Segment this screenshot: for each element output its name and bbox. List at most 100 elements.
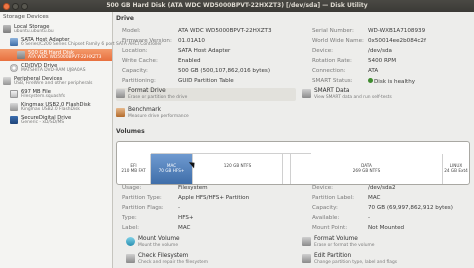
sidebar-heading: Storage Devices (3, 14, 49, 20)
optical-disc-icon (10, 64, 18, 72)
field-label: Write Cache: (122, 58, 158, 64)
mount-volume-button[interactable]: Mount Volume Mount the volume (126, 236, 296, 249)
usb-icon (3, 77, 11, 85)
field-label: Partitioning: (122, 78, 156, 84)
file-icon (10, 90, 18, 98)
action-sub: Measure drive performance (128, 113, 189, 119)
field-label: Usage: (122, 185, 142, 191)
sidebar-item-sub: Generic - xD/SD/MS (21, 120, 65, 125)
field-label: Partition Type: (122, 195, 162, 201)
usage-value: Filesystem (178, 185, 208, 191)
format-drive-icon (116, 89, 125, 98)
model-value: ATA WDC WD5000BPVT-22HXZT3 (178, 28, 272, 34)
volumes-heading: Volumes (116, 128, 145, 135)
connection-value: ATA (368, 68, 379, 74)
volume-device-value: /dev/sda2 (368, 185, 396, 191)
volume-gap[interactable] (283, 154, 291, 184)
format-volume-button[interactable]: Format Volume Erase or format the volume (302, 236, 462, 249)
capacity-value: 500 GB (500,107,862,016 bytes) (178, 68, 270, 74)
action-sub: View SMART data and run self-tests (314, 94, 392, 100)
computer-icon (3, 25, 11, 33)
volume-size: 70 GB HFS+ (158, 168, 185, 173)
hard-disk-icon (17, 51, 25, 59)
sidebar-item-file[interactable]: 697 MB File Filesystem.squashfs (0, 88, 112, 100)
volume-map: EFI 210 MB FAT MAC 70 GB HFS+ 120 GB NTF… (116, 141, 470, 185)
sidebar-item-sd-drive[interactable]: SecureDigital Drive Generic - xD/SD/MS (0, 114, 112, 126)
action-title: Format Drive (128, 88, 166, 94)
field-label: Mount Point: (312, 225, 348, 231)
volume-size: 24 GB Ext4 (444, 168, 468, 173)
action-sub: Mount the volume (138, 242, 179, 248)
partition-flags-value: - (178, 205, 181, 211)
rotation-value: 5400 RPM (368, 58, 397, 64)
field-label: Rotation Rate: (312, 58, 352, 64)
field-label: Capacity: (312, 205, 338, 211)
sidebar-item-flashdisk[interactable]: Kingmax USB2.0 FlashDisk Kingmax USB2.0 … (0, 101, 112, 113)
action-title: Format Volume (314, 236, 358, 242)
smart-status-value: Disk is healthy (368, 78, 415, 85)
field-label: Firmware Version: (122, 38, 172, 44)
sidebar-item-sub: Filesystem.squashfs (21, 94, 66, 99)
sidebar-item-cd-dvd[interactable]: CD/DVD Drive MATSHITA DVD-RAM UJ8A0AS (0, 62, 112, 74)
sidebar-item-sub: ubuntu.ubuntu.bu (14, 29, 54, 34)
volume-linux[interactable]: LINUX 24 GB Ext4 (443, 154, 469, 184)
sidebar-item-local-storage[interactable]: Local Storage ubuntu.ubuntu.bu (0, 23, 112, 35)
label-value: MAC (178, 225, 191, 231)
action-title: Benchmark (128, 107, 162, 113)
volume-size: 210 MB FAT (121, 168, 146, 173)
drive-heading: Drive (116, 15, 134, 22)
volume-mac[interactable]: MAC 70 GB HFS+ (151, 154, 198, 184)
field-label: Device: (312, 48, 334, 54)
field-label: Type: (122, 215, 137, 221)
smart-data-button[interactable]: SMART Data View SMART data and run self-… (302, 88, 462, 101)
sidebar-item-peripherals[interactable]: Peripheral Devices USB, FireWire and oth… (0, 75, 112, 87)
action-sub: Change partition type, label and flags (314, 259, 398, 265)
field-label: Model: (122, 28, 141, 34)
volume-capacity-value: 70 GB (69,997,862,912 bytes) (368, 205, 453, 211)
available-value: - (368, 215, 371, 221)
smart-data-icon (302, 89, 311, 98)
flash-drive-icon (10, 103, 18, 111)
benchmark-icon (116, 108, 125, 117)
action-title: SMART Data (314, 88, 350, 94)
format-drive-button[interactable]: Format Drive Erase or partition the driv… (116, 88, 296, 101)
write-cache-value: Enabled (178, 58, 201, 64)
volume-efi[interactable]: EFI 210 MB FAT (117, 154, 151, 184)
sidebar-item-hard-disk[interactable]: 500 GB Hard Disk ATA WDC WD5000BPVT-22HX… (0, 49, 112, 61)
edit-partition-icon (302, 254, 311, 263)
sidebar-item-sub: ATA WDC WD5000BPVT-22HXZT3 (28, 55, 102, 60)
serial-value: WD-WXB1A7108939 (368, 28, 426, 34)
volume-data[interactable]: DATA 269 GB NTFS (291, 154, 443, 184)
field-label: Available: (312, 215, 340, 221)
field-label: Device: (312, 185, 334, 191)
field-label: Capacity: (122, 68, 148, 74)
action-sub: Erase or partition the drive (128, 94, 188, 100)
action-title: Check Filesystem (138, 253, 189, 259)
firmware-value: 01.01A10 (178, 38, 205, 44)
mount-point-value: Not Mounted (368, 225, 405, 231)
check-filesystem-button[interactable]: Check Filesystem Check and repair the fi… (126, 253, 296, 266)
adapter-icon (10, 38, 18, 46)
title-bar: 500 GB Hard Disk (ATA WDC WD5000BPVT-22H… (0, 0, 474, 12)
field-label: Connection: (312, 68, 346, 74)
partitioning-value: GUID Partition Table (178, 78, 234, 84)
volume-size: 269 GB NTFS (352, 168, 381, 173)
play-icon (126, 237, 135, 246)
field-label: Partition Flags: (122, 205, 164, 211)
action-sub: Check and repair the filesystem (138, 259, 209, 265)
edit-partition-button[interactable]: Edit Partition Change partition type, la… (302, 253, 462, 266)
partition-label-value: MAC (368, 195, 381, 201)
benchmark-button[interactable]: Benchmark Measure drive performance (116, 107, 296, 120)
field-label: Location: (122, 48, 148, 54)
volume-size: 120 GB NTFS (223, 163, 252, 168)
field-label: World Wide Name: (312, 38, 364, 44)
sidebar-item-sata-adapter[interactable]: SATA Host Adapter 6 Series/C200 Series C… (0, 36, 162, 48)
action-title: Edit Partition (314, 253, 352, 259)
main-pane: Drive Model: ATA WDC WD5000BPVT-22HXZT3 … (114, 12, 474, 268)
field-label: Partition Label: (312, 195, 355, 201)
field-label: Serial Number: (312, 28, 354, 34)
sidebar-item-sub: USB, FireWire and other peripherals (14, 81, 93, 86)
extended-partition-group (151, 142, 311, 154)
field-label: SMART Status: (312, 78, 353, 84)
volume-ntfs-1[interactable]: 120 GB NTFS (193, 154, 283, 184)
